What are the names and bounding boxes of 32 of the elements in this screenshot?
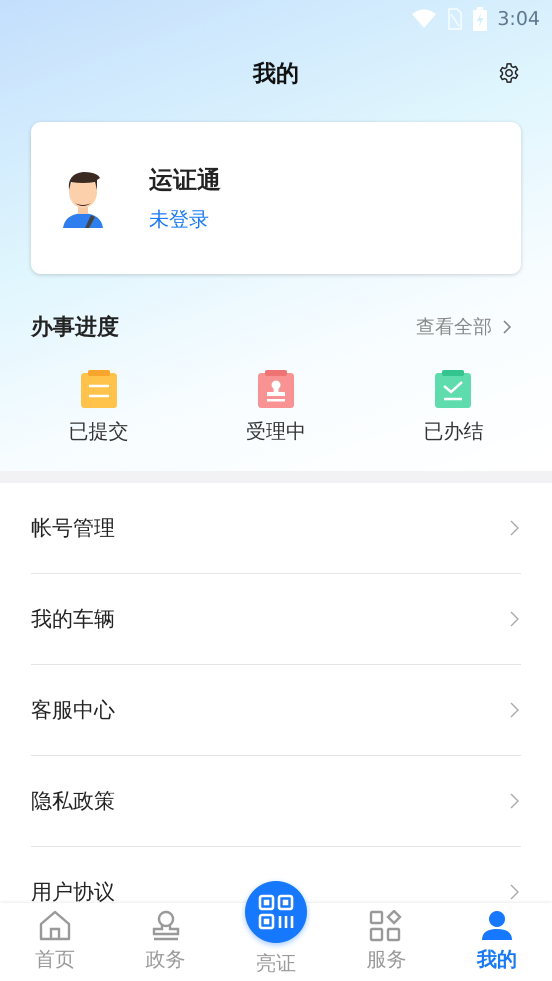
qr-code-button[interactable]: [245, 881, 308, 943]
progress-item[interactable]: 已办结: [393, 370, 514, 445]
menu-item[interactable]: 我的车辆: [31, 574, 521, 665]
chevron-icon: [510, 520, 519, 536]
app-name: 运证通: [149, 164, 221, 196]
chevron-icon: [502, 319, 512, 335]
qr-code-icon: [258, 894, 294, 930]
status-time: 3:04: [497, 8, 540, 30]
user-icon: [480, 910, 514, 942]
clipboard-stamp-icon: [258, 370, 294, 408]
clipboard-list-icon: [80, 370, 117, 408]
chevron-icon: [510, 793, 519, 809]
menu-item[interactable]: 隐私政策: [31, 756, 521, 847]
settings-icon[interactable]: [498, 62, 520, 84]
section-title: 办事进度: [31, 314, 119, 342]
sim-icon: [447, 8, 464, 30]
chevron-icon: [510, 611, 519, 627]
clipboard-check-icon: [435, 370, 472, 408]
menu-item[interactable]: 帐号管理: [31, 483, 521, 574]
battery-icon: [473, 7, 488, 31]
grid-icon: [369, 910, 404, 942]
login-link[interactable]: 未登录: [149, 206, 221, 232]
profile-card[interactable]: 运证通 未登录: [31, 122, 521, 274]
progress-item[interactable]: 受理中: [216, 370, 336, 445]
progress-item[interactable]: 已提交: [38, 370, 159, 445]
home-icon: [38, 910, 72, 942]
tab-item[interactable]: 我的: [476, 910, 517, 973]
menu-item[interactable]: 客服中心: [31, 665, 521, 756]
page-title: 我的: [253, 60, 299, 88]
chevron-icon: [510, 884, 519, 900]
chevron-icon: [510, 702, 519, 718]
wifi-icon: [411, 9, 438, 29]
